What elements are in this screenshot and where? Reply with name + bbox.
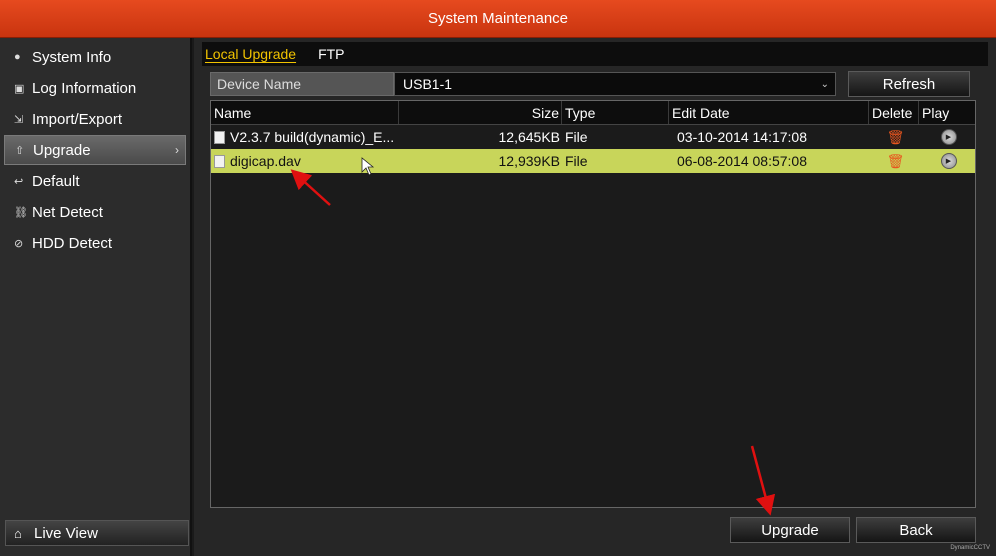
file-icon [214, 154, 225, 168]
sidebar-item-label: HDD Detect [32, 234, 113, 252]
chevron-right-icon: › [175, 143, 179, 157]
table-row[interactable]: digicap.dav 12,939KB File 06-08-2014 08:… [211, 149, 975, 173]
file-name: V2.3.7 build(dynamic)_E... [230, 129, 395, 145]
chevron-down-icon: ⌄ [820, 78, 829, 90]
file-table: Name Size Type Edit Date Delete Play V2.… [210, 100, 976, 508]
live-view-button[interactable]: ⌂ Live View [5, 520, 189, 546]
sidebar-item-label: Upgrade [33, 141, 91, 159]
file-edit-date: 06-08-2014 08:57:08 [677, 153, 807, 169]
table-row[interactable]: V2.3.7 build(dynamic)_E... 12,645KB File… [211, 125, 975, 149]
back-button[interactable]: Back [856, 517, 976, 543]
file-edit-date: 03-10-2014 14:17:08 [677, 129, 807, 145]
log-icon: ▣ [14, 82, 25, 95]
sidebar-item-default[interactable]: ↩ Default [4, 166, 186, 196]
home-icon: ⌂ [14, 525, 22, 541]
sidebar-item-label: System Info [32, 48, 112, 66]
trash-icon[interactable]: 🗑 [887, 129, 905, 146]
sidebar-item-log-information[interactable]: ▣ Log Information [4, 73, 186, 103]
sidebar-item-system-info[interactable]: ● System Info [4, 42, 186, 72]
device-name-label: Device Name [210, 72, 394, 96]
column-header-name[interactable]: Name [211, 101, 399, 124]
file-type: File [565, 129, 588, 145]
column-header-play: Play [922, 104, 950, 121]
column-header-edit-date[interactable]: Edit Date [669, 101, 869, 124]
sidebar-item-label: Log Information [32, 79, 137, 97]
main-panel: Local Upgrade FTP Device Name USB1-1 ⌄ R… [194, 38, 996, 556]
device-name-row: Device Name USB1-1 ⌄ [210, 72, 836, 96]
device-name-select[interactable]: USB1-1 ⌄ [394, 72, 836, 96]
tab-ftp[interactable]: FTP [318, 46, 344, 62]
tab-local-upgrade[interactable]: Local Upgrade [205, 46, 296, 62]
default-icon: ↩ [14, 175, 24, 188]
import-export-icon: ⇲ [14, 113, 24, 126]
device-name-value: USB1-1 [403, 76, 453, 92]
sidebar-item-hdd-detect[interactable]: ⊘ HDD Detect [4, 228, 186, 258]
column-header-size[interactable]: Size [399, 101, 562, 124]
watermark: DynamicCCTV [950, 545, 990, 551]
trash-icon[interactable]: 🗑 [887, 153, 905, 170]
sidebar-item-import-export[interactable]: ⇲ Import/Export [4, 104, 186, 134]
column-header-delete: Delete [869, 101, 919, 124]
file-name: digicap.dav [230, 153, 301, 169]
sidebar-item-label: Default [32, 172, 80, 190]
upgrade-icon: ⇧ [15, 144, 25, 157]
file-icon [214, 130, 225, 144]
file-type: File [565, 153, 588, 169]
sidebar-item-net-detect[interactable]: ⛓ Net Detect [4, 197, 186, 227]
table-header: Name Size Type Edit Date Delete Play [211, 101, 975, 125]
file-size: 12,645KB [498, 129, 561, 145]
hdd-icon: ⊘ [14, 237, 24, 250]
live-view-label: Live View [34, 524, 98, 542]
sidebar: ● System Info ▣ Log Information ⇲ Import… [0, 38, 192, 556]
network-icon: ⛓ [14, 206, 28, 219]
sidebar-item-label: Net Detect [32, 203, 103, 221]
tab-bar: Local Upgrade FTP [202, 42, 988, 66]
file-size: 12,939KB [498, 153, 561, 169]
column-header-type[interactable]: Type [562, 101, 669, 124]
sidebar-item-label: Import/Export [32, 110, 123, 128]
sidebar-item-upgrade[interactable]: ⇧ Upgrade › [4, 135, 186, 165]
refresh-button[interactable]: Refresh [848, 71, 970, 97]
info-icon: ● [14, 51, 21, 63]
sidebar-menu: ● System Info ▣ Log Information ⇲ Import… [0, 42, 190, 258]
window-title: System Maintenance [427, 10, 569, 27]
play-icon[interactable]: ▶ [940, 153, 957, 169]
play-icon[interactable]: ▶ [940, 129, 957, 145]
upgrade-button[interactable]: Upgrade [730, 517, 850, 543]
window-title-bar: System Maintenance [0, 0, 996, 38]
